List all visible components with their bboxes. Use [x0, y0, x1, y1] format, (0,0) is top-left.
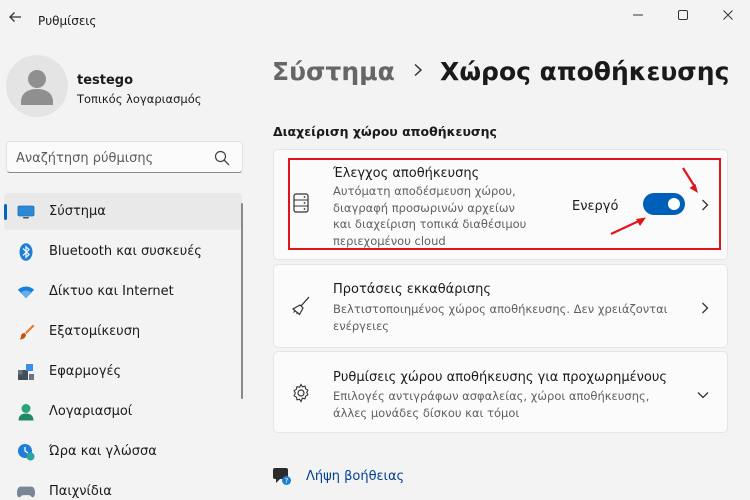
- brush-icon: [17, 323, 35, 341]
- card-title: Προτάσεις εκκαθάρισης: [333, 282, 492, 297]
- annotation-arrow-icon: [682, 167, 698, 193]
- active-indicator: [4, 204, 7, 220]
- user-name: testego: [77, 73, 134, 88]
- person-silhouette-icon: [21, 70, 53, 105]
- sidebar-item-gaming[interactable]: Παιχνίδια: [4, 473, 242, 500]
- minimize-icon: [633, 14, 643, 16]
- minimize-button[interactable]: [626, 4, 650, 26]
- user-profile[interactable]: testego Τοπικός λογαριασμός: [6, 55, 246, 117]
- avatar: [6, 55, 68, 117]
- broom-icon: [291, 296, 311, 316]
- close-button[interactable]: [716, 4, 740, 26]
- apps-icon: [17, 363, 35, 381]
- sidebar-item-label: Παιχνίδια: [49, 484, 112, 499]
- wifi-icon: [17, 283, 35, 301]
- sidebar-item-accounts[interactable]: Λογαριασμοί: [4, 393, 242, 430]
- sidebar-item-label: Δίκτυο και Internet: [49, 284, 174, 299]
- search-icon: [214, 150, 230, 166]
- card-title: Ρυθμίσεις χώρου αποθήκευσης για προχωρημ…: [333, 370, 668, 385]
- chevron-down-icon[interactable]: [695, 387, 711, 403]
- page-title: Χώρος αποθήκευσης: [440, 57, 730, 86]
- sidebar-item-label: Ώρα και γλώσσα: [49, 444, 157, 459]
- section-title: Διαχείριση χώρου αποθήκευσης: [273, 124, 497, 139]
- card-description: Βελτιστοποιημένος χώρος αποθήκευσης. Δεν…: [333, 302, 668, 333]
- advanced-storage-settings-card[interactable]: Ρυθμίσεις χώρου αποθήκευσης για προχωρημ…: [273, 351, 728, 433]
- breadcrumb: Σύστημα Χώρος αποθήκευσης: [272, 57, 729, 97]
- close-icon: [723, 10, 733, 20]
- sidebar-item-label: Λογαριασμοί: [49, 404, 133, 419]
- sidebar-item-label: Bluetooth και συσκευές: [49, 244, 202, 259]
- chevron-right-icon: [413, 63, 423, 81]
- search-box[interactable]: [6, 141, 243, 173]
- monitor-icon: [17, 203, 35, 221]
- card-description: Επιλογές αντιγράφων ασφαλείας, χώροι απο…: [333, 389, 650, 420]
- annotation-arrow-icon: [610, 217, 646, 235]
- sidebar-item-label: Σύστημα: [49, 204, 106, 219]
- sidebar-item-bluetooth[interactable]: Bluetooth και συσκευές: [4, 233, 242, 270]
- cleanup-recommendations-card[interactable]: Προτάσεις εκκαθάρισης Βελτιστοποιημένος …: [273, 264, 728, 348]
- sidebar-scrollbar[interactable]: [241, 203, 243, 399]
- window-title: Ρυθμίσεις: [38, 14, 97, 28]
- sidebar-item-network[interactable]: Δίκτυο και Internet: [4, 273, 242, 310]
- account-type: Τοπικός λογαριασμός: [77, 92, 202, 106]
- chevron-right-icon[interactable]: [697, 300, 713, 316]
- breadcrumb-parent[interactable]: Σύστημα: [272, 57, 395, 86]
- help-chat-icon: ?: [273, 468, 291, 485]
- bluetooth-icon: [17, 243, 35, 261]
- sidebar-item-apps[interactable]: Εφαρμογές: [4, 353, 242, 390]
- sidebar-item-system[interactable]: Σύστημα: [4, 193, 242, 230]
- person-icon: [17, 403, 35, 421]
- search-input[interactable]: [16, 148, 211, 168]
- gear-icon: [291, 383, 311, 403]
- sidebar-item-time-language[interactable]: Ώρα και γλώσσα: [4, 433, 242, 470]
- maximize-button[interactable]: [671, 4, 695, 26]
- sidebar-item-personalization[interactable]: Εξατομίκευση: [4, 313, 242, 350]
- maximize-icon: [678, 10, 688, 20]
- highlight-box: [288, 158, 721, 250]
- help-label: Λήψη βοήθειας: [306, 469, 405, 484]
- sidebar-item-label: Εξατομίκευση: [49, 324, 141, 339]
- sidebar-item-label: Εφαρμογές: [49, 364, 122, 379]
- svg-text:?: ?: [285, 477, 289, 485]
- clock-globe-icon: [17, 443, 35, 461]
- back-arrow-icon: [9, 12, 21, 22]
- back-button[interactable]: [4, 6, 26, 28]
- gamepad-icon: [17, 483, 35, 500]
- title-bar: Ρυθμίσεις: [0, 0, 750, 32]
